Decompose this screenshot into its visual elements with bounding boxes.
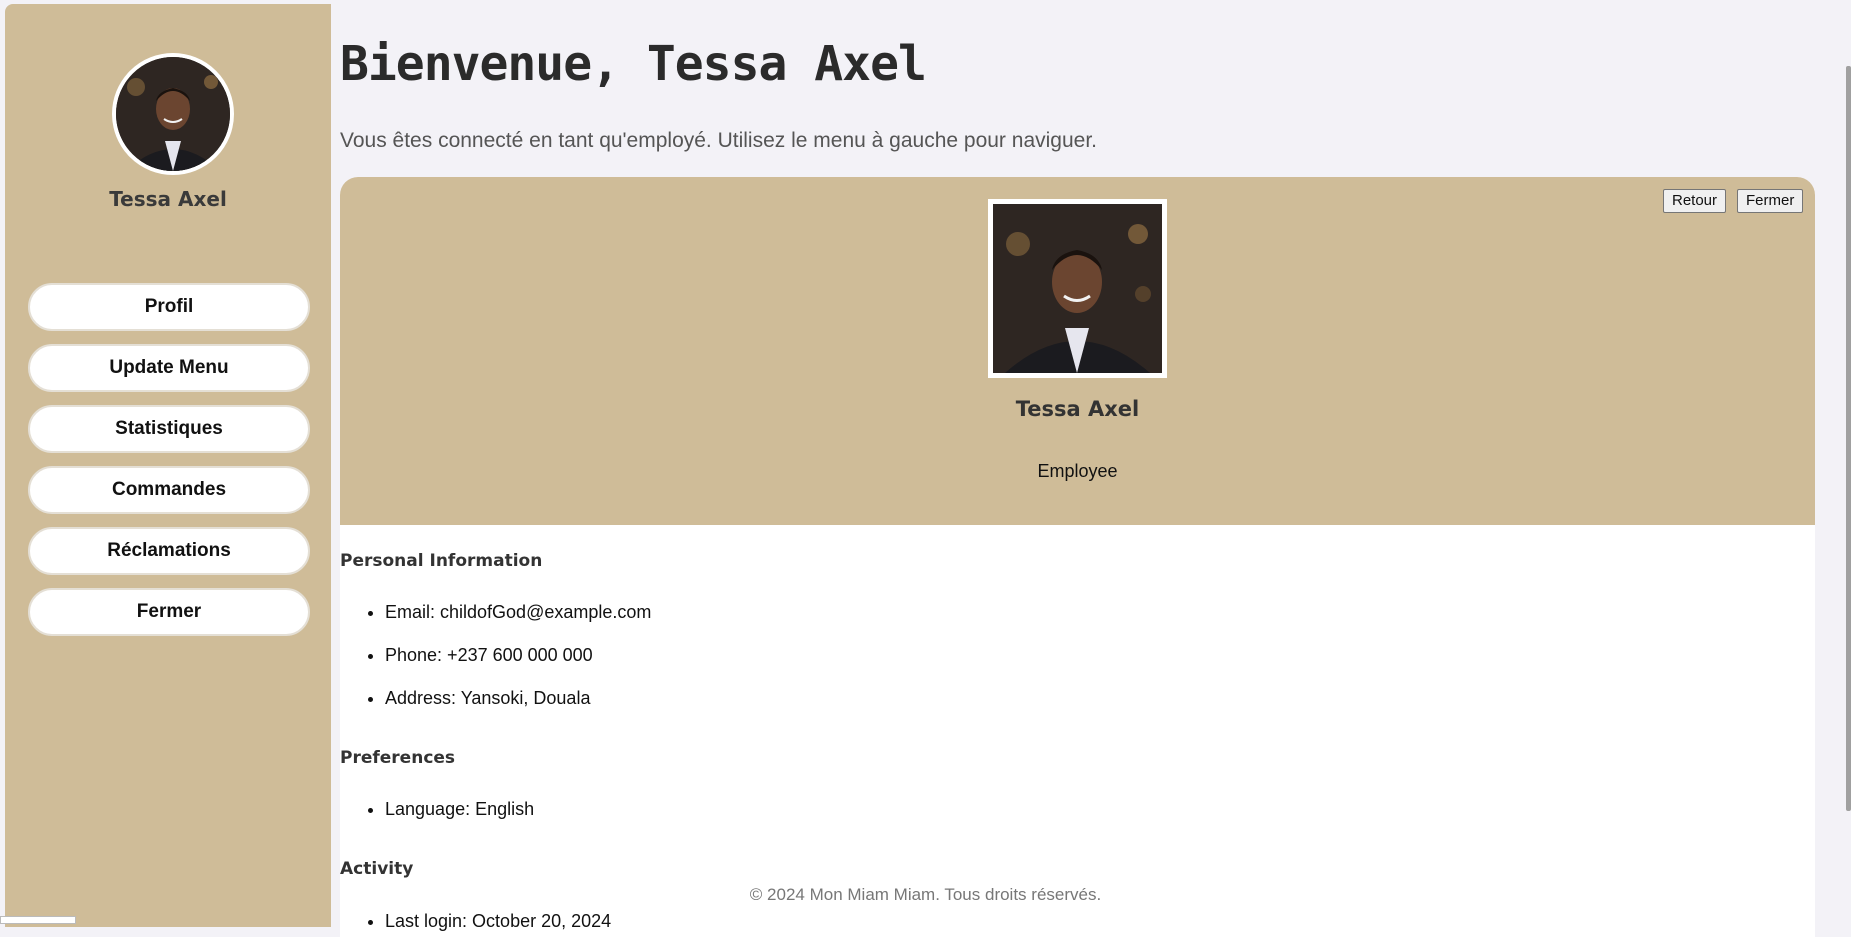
sidebar-item-reclamations[interactable]: Réclamations — [28, 527, 310, 575]
sidebar-item-update-menu[interactable]: Update Menu — [28, 344, 310, 392]
sidebar-nav: Profil Update Menu Statistiques Commande… — [28, 283, 310, 649]
list-item-email: Email: childofGod@example.com — [385, 601, 651, 644]
scrollbar[interactable] — [1846, 66, 1851, 811]
sidebar-item-profil[interactable]: Profil — [28, 283, 310, 331]
section-title-preferences: Preferences — [340, 748, 456, 768]
profile-role: Employee — [1037, 461, 1118, 481]
list-item-address: Address: Yansoki, Douala — [385, 687, 651, 730]
profile-card: Retour Fermer Tessa Axel Employee Person — [340, 177, 1815, 937]
footer-copyright: © 2024 Mon Miam Miam. Tous droits réserv… — [749, 885, 1102, 904]
avatar — [112, 53, 234, 175]
back-button[interactable]: Retour — [1663, 189, 1727, 213]
section-title-activity: Activity — [340, 859, 414, 879]
avatar-photo — [116, 57, 230, 171]
section-title-personal: Personal Information — [340, 551, 543, 571]
preferences-list: Language: English — [365, 798, 534, 841]
list-item-language: Language: English — [385, 798, 534, 841]
close-button[interactable]: Fermer — [1737, 189, 1804, 213]
profile-name: Tessa Axel — [1015, 397, 1140, 421]
profile-card-header: Retour Fermer Tessa Axel Employee — [340, 177, 1815, 525]
list-item-last-login: Last login: October 20, 2024 — [385, 910, 611, 937]
sidebar-item-statistiques[interactable]: Statistiques — [28, 405, 310, 453]
personal-info-list: Email: childofGod@example.com Phone: +23… — [365, 601, 651, 730]
sidebar-user-name: Tessa Axel — [109, 187, 227, 211]
profile-photo — [988, 199, 1167, 378]
sidebar-item-commandes[interactable]: Commandes — [28, 466, 310, 514]
list-item-phone: Phone: +237 600 000 000 — [385, 644, 651, 687]
profile-photo-image — [993, 204, 1162, 373]
sidebar-item-fermer[interactable]: Fermer — [28, 588, 310, 636]
page-title: Bienvenue, Tessa Axel — [340, 36, 927, 92]
page-subtitle: Vous êtes connecté en tant qu'employé. U… — [340, 129, 1097, 152]
sidebar: Tessa Axel Profil Update Menu Statistiqu… — [5, 4, 331, 927]
activity-list: Last login: October 20, 2024 — [365, 910, 611, 937]
